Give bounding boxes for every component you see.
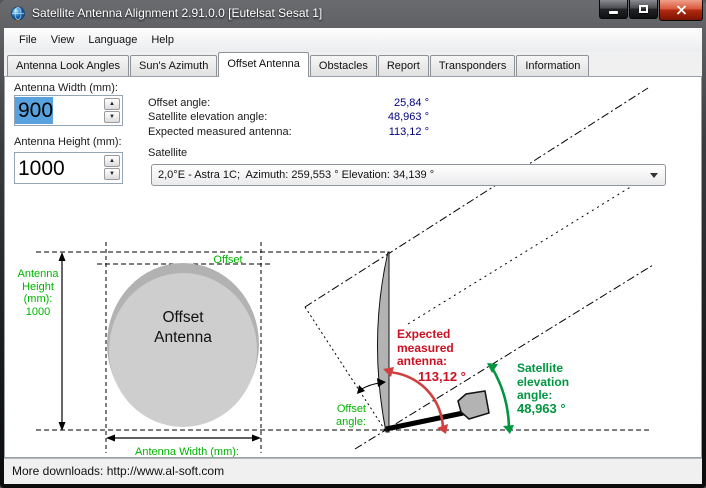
tab-offset-antenna[interactable]: Offset Antenna <box>218 52 309 77</box>
height-spin-up-button[interactable]: ▲ <box>104 155 120 167</box>
globe-icon <box>10 6 26 22</box>
height-label-line2: Height <box>22 281 54 293</box>
offset-angle-value: 25,84 ° <box>281 97 429 109</box>
elevation-value: 48,963 ° <box>281 111 429 123</box>
elevation-field-label: Satellite elevation angle: <box>148 111 267 123</box>
expected-field-label: Expected measured antenna: <box>148 126 292 138</box>
satellite-label: Satellite <box>148 147 187 159</box>
menu-language[interactable]: Language <box>81 31 144 49</box>
height-spin-down-button[interactable]: ▼ <box>104 168 120 180</box>
antenna-height-value: 1000 <box>15 155 65 182</box>
close-icon <box>676 5 687 15</box>
expected-label-line3: antenna: <box>397 354 447 368</box>
menu-help[interactable]: Help <box>144 31 181 49</box>
height-label-line3: (mm): <box>24 293 53 305</box>
dish-front-label-2: Antenna <box>154 329 212 346</box>
satellite-dropdown-value: 2,0°E - Astra 1C; Azimuth: 259,553 ° Ele… <box>158 165 434 185</box>
offset-angle-label-line2: angle: <box>336 416 366 428</box>
expected-label-line1: Expected <box>397 327 450 341</box>
antenna-width-input[interactable]: 900 ▲ ▼ <box>14 95 123 126</box>
antenna-width-value: 900 <box>15 97 53 124</box>
tab-suns-azimuth[interactable]: Sun's Azimuth <box>130 55 217 76</box>
tab-obstacles[interactable]: Obstacles <box>310 55 377 76</box>
antenna-height-input[interactable]: 1000 ▲ ▼ <box>14 152 123 184</box>
expected-value: 113,12 ° <box>281 126 429 138</box>
offset-angle-label-line1: Offset <box>337 403 366 415</box>
width-spin-up-button[interactable]: ▲ <box>104 98 120 110</box>
expected-label-line2: measured <box>397 341 454 355</box>
close-button[interactable] <box>659 0 703 21</box>
elevation-label-line2: elevation <box>517 375 569 389</box>
window-title: Satellite Antenna Alignment 2.91.0.0 [Eu… <box>32 6 322 20</box>
status-bar: More downloads: http://www.al-soft.com <box>4 458 702 484</box>
height-label-line4: 1000 <box>26 306 50 318</box>
maximize-button[interactable] <box>629 0 658 19</box>
dish-front-label-1: Offset <box>162 309 204 326</box>
expected-angle-value: 113,12 ° <box>418 369 466 384</box>
tab-antenna-look-angles[interactable]: Antenna Look Angles <box>7 55 129 76</box>
satellite-dropdown[interactable]: 2,0°E - Astra 1C; Azimuth: 259,553 ° Ele… <box>151 164 666 186</box>
tab-report[interactable]: Report <box>378 55 429 76</box>
elevation-label-line3: angle: <box>517 388 552 402</box>
offset-angle-field-label: Offset angle: <box>148 97 210 109</box>
app-window: Satellite Antenna Alignment 2.91.0.0 [Eu… <box>0 0 706 488</box>
width-spin-down-button[interactable]: ▼ <box>104 111 120 123</box>
antenna-width-label: Antenna Width (mm): <box>14 82 118 94</box>
minimize-icon <box>609 11 618 14</box>
elevation-angle-value: 48,963 ° <box>517 401 566 416</box>
menu-file[interactable]: File <box>12 31 44 49</box>
width-label: Antenna Width (mm): <box>135 446 239 457</box>
status-text: More downloads: http://www.al-soft.com <box>12 459 224 484</box>
height-label-line1: Antenna <box>18 268 60 280</box>
menu-bar: File View Language Help <box>4 28 702 52</box>
minimize-button[interactable] <box>599 0 628 19</box>
maximize-icon <box>639 5 648 13</box>
elevation-label-line1: Satellite <box>517 361 563 375</box>
chevron-down-icon <box>650 173 658 178</box>
offset-antenna-page: Offset Antenna Antenna Height (mm): 1000… <box>4 76 702 458</box>
tab-information[interactable]: Information <box>516 55 589 76</box>
offset-top-label: Offset <box>213 254 242 266</box>
tab-strip: Antenna Look Angles Sun's Azimuth Offset… <box>4 52 702 76</box>
title-bar[interactable]: Satellite Antenna Alignment 2.91.0.0 [Eu… <box>0 0 706 28</box>
client-area: File View Language Help Antenna Look Ang… <box>4 28 702 484</box>
menu-view[interactable]: View <box>44 31 82 49</box>
tab-transponders[interactable]: Transponders <box>430 55 515 76</box>
antenna-height-label: Antenna Height (mm): <box>14 136 122 148</box>
